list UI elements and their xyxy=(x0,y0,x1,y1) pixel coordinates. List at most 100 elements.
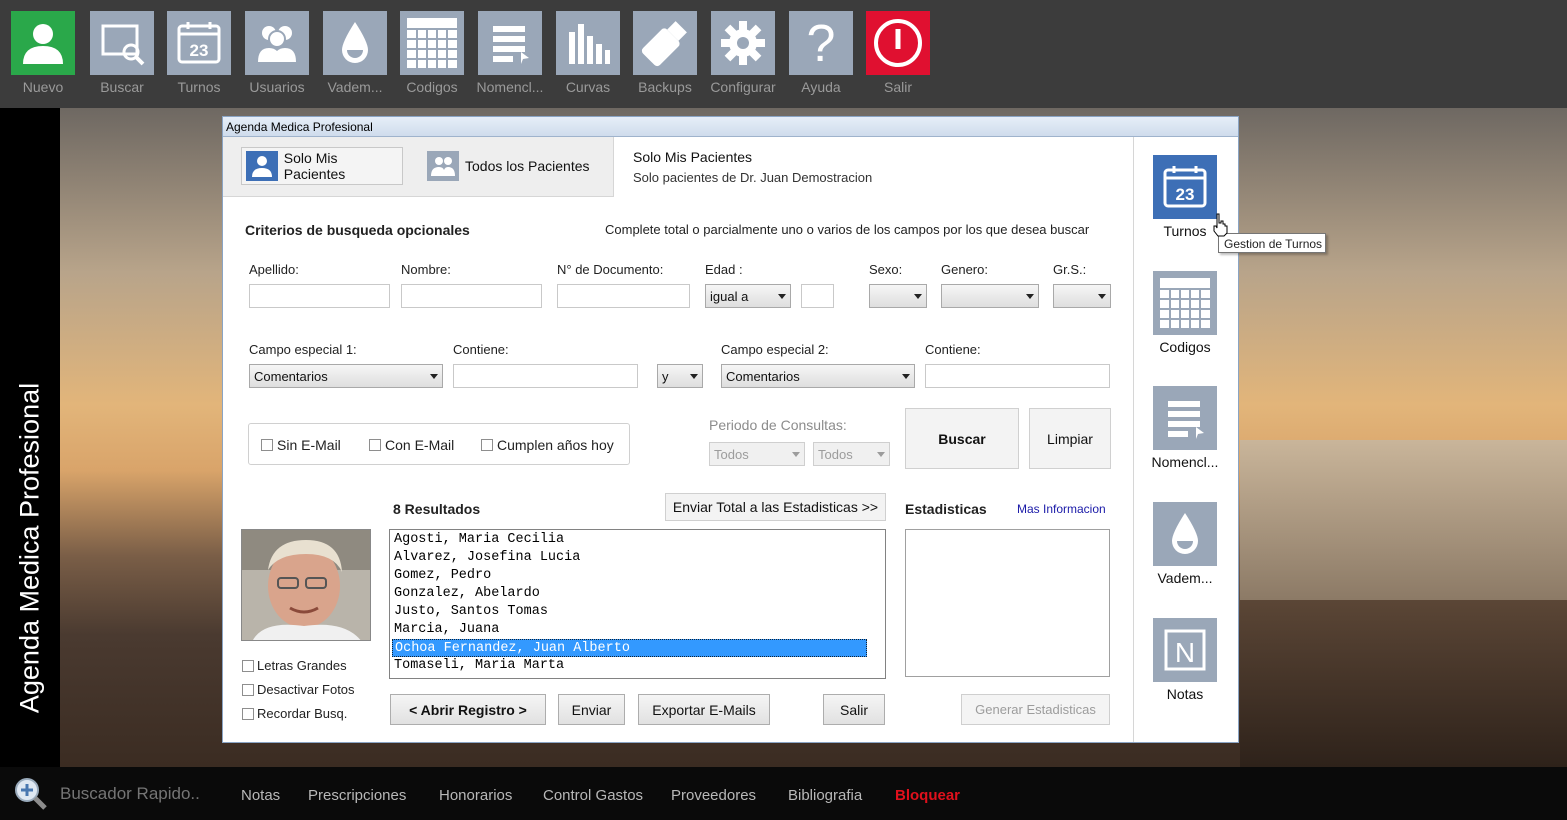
documento-label: N° de Documento: xyxy=(557,262,664,277)
limpiar-button[interactable]: Limpiar xyxy=(1029,408,1111,469)
con-email-checkbox[interactable] xyxy=(369,439,381,451)
toolbar-usuarios-button[interactable]: Usuarios xyxy=(245,11,309,96)
edad-operator-select[interactable]: igual a xyxy=(705,284,791,308)
bottom-link-bloquear[interactable]: Bloquear xyxy=(895,787,960,804)
rp-codigos-button[interactable] xyxy=(1153,271,1217,335)
contiene2-input[interactable] xyxy=(925,364,1110,388)
tab-todos-los-pacientes[interactable]: Todos los Pacientes xyxy=(423,147,603,185)
toolbar-curvas-button[interactable]: Curvas xyxy=(556,11,620,96)
tab-label: Solo Mis Pacientes xyxy=(283,150,346,182)
notes-letter: N xyxy=(1175,637,1195,668)
select-value: igual a xyxy=(710,289,749,304)
drop-icon xyxy=(1172,513,1198,554)
background-rocks xyxy=(1240,600,1567,767)
periodo-label: Periodo de Consultas: xyxy=(709,417,847,433)
contiene1-label: Contiene: xyxy=(453,342,509,357)
chevron-down-icon xyxy=(792,452,800,457)
tab-solo-mis-pacientes[interactable]: Solo Mis Pacientes xyxy=(241,147,403,185)
enviar-button[interactable]: Enviar xyxy=(558,694,625,725)
list-item[interactable]: Gomez, Pedro xyxy=(392,567,867,585)
cumplen-checkbox[interactable] xyxy=(481,439,493,451)
rp-vademecum-button[interactable] xyxy=(1153,502,1217,566)
letras-grandes-checkbox[interactable] xyxy=(242,660,254,672)
sexo-select[interactable] xyxy=(869,284,927,308)
list-item[interactable]: Justo, Santos Tomas xyxy=(392,603,867,621)
list-item[interactable]: Agosti, Maria Cecilia xyxy=(392,531,867,549)
toolbar-ayuda-button[interactable]: ? Ayuda xyxy=(789,11,853,96)
contiene1-input[interactable] xyxy=(453,364,638,388)
sin-email-checkbox[interactable] xyxy=(261,439,273,451)
list-item[interactable]: Ochoa Fernandez, Juan Alberto xyxy=(392,639,867,657)
list-item[interactable]: Gonzalez, Abelardo xyxy=(392,585,867,603)
email-filter-group: Sin E-Mail Con E-Mail Cumplen años hoy xyxy=(248,423,630,465)
documento-input[interactable] xyxy=(557,284,690,308)
drop-icon xyxy=(323,11,387,75)
rp-turnos-button[interactable]: 23 xyxy=(1153,155,1217,219)
enviar-total-button[interactable]: Enviar Total a las Estadisticas >> xyxy=(665,493,886,521)
exportar-emails-button[interactable]: Exportar E-Mails xyxy=(638,694,770,725)
periodo-to-select[interactable]: Todos xyxy=(813,442,890,466)
criteria-title: Criterios de busqueda opcionales xyxy=(245,222,470,238)
toolbar-nomenclador-button[interactable]: Nomencl... xyxy=(477,11,543,96)
mas-informacion-link[interactable]: Mas Informacion xyxy=(1017,502,1106,516)
conjunction-select[interactable]: y xyxy=(657,364,703,388)
toolbar-vademecum-button[interactable]: Vadem... xyxy=(323,11,387,96)
generar-estadisticas-button[interactable]: Generar Estadisticas xyxy=(961,694,1110,725)
grs-label: Gr.S.: xyxy=(1053,262,1087,277)
edad-input[interactable] xyxy=(801,284,834,308)
bottom-link-prescripciones[interactable]: Prescripciones xyxy=(308,787,406,804)
chevron-down-icon xyxy=(1098,294,1106,299)
select-value: Comentarios xyxy=(726,369,800,384)
toolbar-turnos-button[interactable]: 23 Turnos xyxy=(167,11,231,96)
campo2-select[interactable]: Comentarios xyxy=(721,364,915,388)
genero-select[interactable] xyxy=(941,284,1039,308)
rp-nomenclador-button[interactable] xyxy=(1153,386,1217,450)
buscar-button[interactable]: Buscar xyxy=(905,408,1019,469)
toolbar-backups-button[interactable]: Backups xyxy=(633,11,697,96)
toolbar-buscar-button[interactable]: Buscar xyxy=(90,11,154,96)
bottom-link-control-gastos[interactable]: Control Gastos xyxy=(543,787,643,804)
users-icon xyxy=(427,151,459,181)
grs-select[interactable] xyxy=(1053,284,1111,308)
toolbar-configurar-button[interactable]: Configurar xyxy=(710,11,776,96)
con-email-label: Con E-Mail xyxy=(385,437,455,453)
zoom-search-icon[interactable] xyxy=(12,775,48,811)
new-patient-icon xyxy=(11,11,75,75)
criteria-hint: Complete total o parcialmente uno o vari… xyxy=(605,222,1090,237)
chevron-down-icon xyxy=(690,374,698,379)
campo2-label: Campo especial 2: xyxy=(721,342,829,357)
bottom-link-proveedores[interactable]: Proveedores xyxy=(671,787,756,804)
salir-button[interactable]: Salir xyxy=(823,694,885,725)
search-dialog: Agenda Medica Profesional Solo Mis Pacie… xyxy=(222,116,1239,743)
list-item[interactable]: Marcia, Juana xyxy=(392,621,867,639)
turnos-tooltip: Gestion de Turnos xyxy=(1218,233,1326,253)
nombre-input[interactable] xyxy=(401,284,542,308)
usb-icon xyxy=(633,11,697,75)
list-item[interactable]: Alvarez, Josefina Lucia xyxy=(392,549,867,567)
list-item[interactable]: Tomaseli, Maria Marta xyxy=(392,657,867,675)
abrir-registro-button[interactable]: < Abrir Registro > xyxy=(390,694,546,725)
bottom-link-bibliografia[interactable]: Bibliografia xyxy=(788,787,862,804)
calendar-icon: 23 xyxy=(1163,166,1207,208)
quick-search-input[interactable] xyxy=(60,781,230,807)
apellido-input[interactable] xyxy=(249,284,390,308)
toolbar-label: Usuarios xyxy=(249,79,305,95)
desactivar-fotos-checkbox[interactable] xyxy=(242,684,254,696)
results-list[interactable]: Agosti, Maria Cecilia Alvarez, Josefina L… xyxy=(389,529,886,679)
periodo-from-select[interactable]: Todos xyxy=(709,442,805,466)
dialog-titlebar[interactable]: Agenda Medica Profesional xyxy=(223,117,1238,137)
toolbar-nuevo-button[interactable]: Nuevo xyxy=(11,11,75,96)
notes-icon: N xyxy=(1164,629,1206,671)
toolbar-salir-button[interactable]: Salir xyxy=(866,11,930,96)
left-sidebar: Agenda Medica Profesional xyxy=(0,108,60,767)
letras-grandes-label: Letras Grandes xyxy=(257,658,347,673)
toolbar-codigos-button[interactable]: Codigos xyxy=(400,11,464,96)
question-icon: ? xyxy=(789,11,853,75)
rp-notas-button[interactable]: N xyxy=(1153,618,1217,682)
recordar-busqueda-checkbox[interactable] xyxy=(242,708,254,720)
campo1-select[interactable]: Comentarios xyxy=(249,364,443,388)
calendar-day: 23 xyxy=(190,41,209,60)
bottom-link-honorarios[interactable]: Honorarios xyxy=(439,787,512,804)
bottom-link-notas[interactable]: Notas xyxy=(241,787,280,804)
rp-label: Nomencl... xyxy=(1151,454,1219,470)
